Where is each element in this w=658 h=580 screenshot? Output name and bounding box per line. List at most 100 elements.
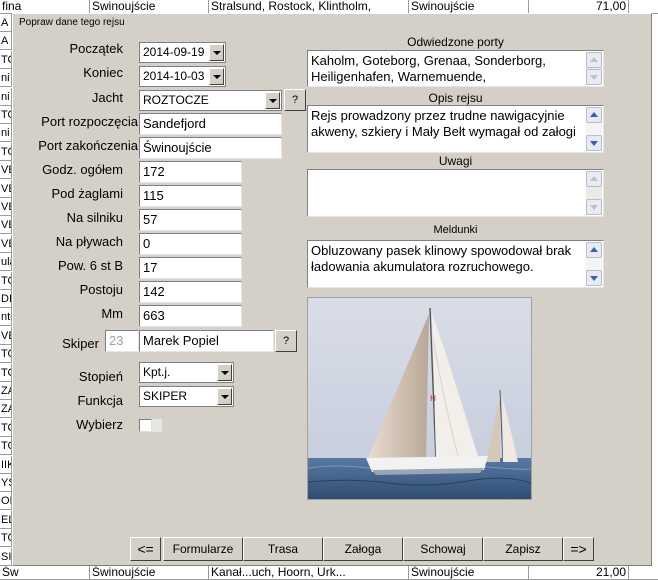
cell[interactable]: Swinoujście bbox=[409, 0, 529, 14]
yacht-photo: H bbox=[307, 297, 532, 500]
ports-memo[interactable]: Kaholm, Goteborg, Grenaa, Sonderborg, He… bbox=[307, 50, 604, 87]
cell[interactable]: 71,00 bbox=[529, 0, 629, 14]
row-cell[interactable]: YS bbox=[0, 474, 12, 492]
row-cell[interactable]: A bbox=[0, 32, 12, 51]
end-date-label: Koniec bbox=[83, 65, 123, 80]
reports-memo[interactable]: Obluzowany pasek klinowy spowodował brak… bbox=[307, 240, 604, 288]
start-date-label: Początek bbox=[69, 41, 123, 56]
crew-button[interactable]: Załoga bbox=[323, 537, 403, 561]
row-cell[interactable]: VE bbox=[0, 234, 12, 253]
port-end-input[interactable]: Świnoujście bbox=[139, 137, 282, 159]
description-scrollbar[interactable] bbox=[586, 107, 602, 151]
yacht-value: ROZTOCZE bbox=[143, 93, 209, 107]
row-cell[interactable]: TO bbox=[0, 529, 12, 548]
skipper-label: Skiper bbox=[62, 336, 99, 351]
prev-button[interactable]: <= bbox=[130, 537, 161, 561]
row-cell[interactable]: VE bbox=[0, 216, 12, 235]
rank-value: Kpt.j. bbox=[143, 365, 171, 379]
row-cell[interactable]: TO bbox=[0, 50, 12, 69]
row-cell[interactable]: ni bbox=[0, 124, 12, 143]
skipper-id-input[interactable]: 23 bbox=[105, 330, 139, 352]
hours-total-input[interactable]: 172 bbox=[139, 161, 242, 183]
rank-label: Stopień bbox=[78, 369, 123, 384]
chevron-down-icon[interactable] bbox=[217, 388, 232, 405]
row-cell[interactable]: OI bbox=[0, 492, 12, 511]
engine-hours-input[interactable]: 57 bbox=[139, 209, 242, 231]
chevron-down-icon[interactable] bbox=[209, 68, 224, 85]
scroll-down-icon[interactable] bbox=[586, 69, 602, 85]
chevron-down-icon[interactable] bbox=[265, 92, 280, 109]
remarks-scrollbar[interactable] bbox=[586, 171, 602, 215]
floating-hours-label: Na pływach bbox=[55, 234, 123, 249]
forms-button[interactable]: Formularze bbox=[163, 537, 243, 561]
chevron-down-icon[interactable] bbox=[209, 44, 224, 61]
row-cell[interactable]: TO bbox=[0, 363, 12, 382]
description-label: Opis rejsu bbox=[428, 91, 483, 105]
under-sail-input[interactable]: 115 bbox=[139, 185, 242, 207]
row-cell[interactable]: SI bbox=[0, 547, 12, 566]
row-cell[interactable]: DI bbox=[0, 290, 12, 308]
start-date-select[interactable]: 2014-09-19 bbox=[139, 42, 226, 63]
reports-text: Obluzowany pasek klinowy spowodował brak… bbox=[311, 243, 572, 274]
ports-scrollbar[interactable] bbox=[586, 52, 602, 85]
port-end-label: Port zakończenia bbox=[38, 138, 138, 153]
yacht-help-button[interactable]: ? bbox=[284, 89, 306, 111]
row-cell[interactable]: ntr bbox=[0, 308, 12, 327]
row-cell[interactable]: ula bbox=[0, 253, 12, 272]
function-value: SKIPER bbox=[143, 389, 188, 403]
scroll-up-icon[interactable] bbox=[586, 107, 602, 123]
row-cell[interactable]: ni bbox=[0, 87, 12, 106]
yacht-select[interactable]: ROZTOCZE bbox=[139, 90, 282, 111]
next-button[interactable]: => bbox=[563, 537, 594, 561]
rank-select[interactable]: Kpt.j. bbox=[139, 362, 234, 383]
under-sail-label: Pod żaglami bbox=[51, 186, 123, 201]
harbor-hours-input[interactable]: 142 bbox=[139, 281, 242, 303]
row-cell[interactable]: EL bbox=[0, 510, 12, 529]
row-cell[interactable]: TO bbox=[0, 142, 12, 161]
end-date-select[interactable]: 2014-10-03 bbox=[139, 66, 226, 87]
row-cell[interactable]: VE bbox=[0, 198, 12, 216]
scroll-down-icon[interactable] bbox=[586, 270, 602, 286]
chevron-down-icon[interactable] bbox=[217, 364, 232, 381]
sailboat-photo-icon: H bbox=[308, 298, 531, 499]
row-cell[interactable]: TO bbox=[0, 345, 12, 364]
row-cell[interactable]: VE bbox=[0, 326, 12, 345]
row-cell[interactable]: TO bbox=[0, 106, 12, 124]
row-cell[interactable]: TO bbox=[0, 271, 12, 290]
hours-total-label: Godz. ogółem bbox=[42, 162, 123, 177]
scroll-up-icon[interactable] bbox=[586, 242, 602, 258]
row-cell[interactable]: A bbox=[0, 14, 12, 32]
scroll-down-icon[interactable] bbox=[586, 135, 602, 151]
checkbox-frame bbox=[152, 419, 162, 432]
cell[interactable]: fina bbox=[0, 0, 90, 14]
scroll-up-icon[interactable] bbox=[586, 52, 602, 68]
row-cell[interactable]: TO bbox=[0, 418, 12, 437]
start-date-value: 2014-09-19 bbox=[143, 45, 205, 59]
row-cell[interactable]: VE bbox=[0, 179, 12, 198]
remarks-memo[interactable] bbox=[307, 169, 604, 217]
hide-button[interactable]: Schowaj bbox=[403, 537, 483, 561]
skipper-help-button[interactable]: ? bbox=[275, 330, 297, 352]
row-cell[interactable]: TO bbox=[0, 437, 12, 456]
storm-hours-input[interactable]: 17 bbox=[139, 257, 242, 279]
row-cell[interactable]: VE bbox=[0, 161, 12, 180]
port-start-input[interactable]: Sandefjord bbox=[139, 113, 282, 135]
row-cell[interactable]: ni bbox=[0, 69, 12, 88]
select-checkbox[interactable] bbox=[139, 419, 152, 432]
row-cell[interactable]: IIK bbox=[0, 455, 12, 474]
reports-scrollbar[interactable] bbox=[586, 242, 602, 286]
scroll-down-icon[interactable] bbox=[586, 199, 602, 215]
miles-input[interactable]: 663 bbox=[139, 305, 242, 327]
row-cell[interactable]: ZA bbox=[0, 400, 12, 419]
cell[interactable]: Stralsund, Rostock, Klintholm, bbox=[209, 0, 409, 14]
floating-hours-input[interactable]: 0 bbox=[139, 233, 242, 255]
route-button[interactable]: Trasa bbox=[243, 537, 323, 561]
description-memo[interactable]: Rejs prowadzony przez trudne nawigacyjni… bbox=[307, 105, 604, 153]
cell[interactable]: Swinoujście bbox=[90, 0, 209, 14]
skipper-name-input[interactable]: Marek Popiel bbox=[139, 330, 274, 352]
function-select[interactable]: SKIPER bbox=[139, 386, 234, 407]
save-button[interactable]: Zapisz bbox=[483, 537, 563, 561]
miles-label: Mm bbox=[101, 306, 123, 321]
scroll-up-icon[interactable] bbox=[586, 171, 602, 187]
row-cell[interactable]: ZA bbox=[0, 382, 12, 400]
